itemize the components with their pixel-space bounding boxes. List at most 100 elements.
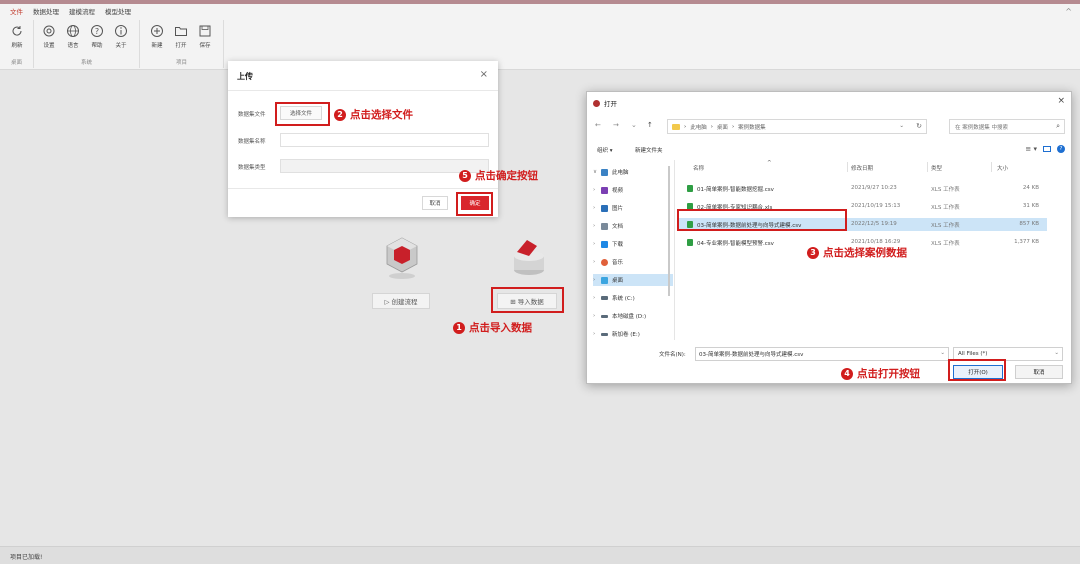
column-modified[interactable]: 修改日期 xyxy=(851,164,873,172)
nav-item-drive-d[interactable]: › 本地磁盘 (D:) xyxy=(593,310,673,322)
select-file-button[interactable]: 选择文件 xyxy=(280,106,322,120)
annotation-step-4: 4 点击打开按钮 xyxy=(841,366,920,381)
breadcrumb-pc[interactable]: 此电脑 xyxy=(690,123,707,131)
upload-cancel-button[interactable]: 取消 xyxy=(422,196,448,210)
download-icon xyxy=(601,240,608,248)
file-row[interactable]: 01-简单案例-智能数据挖掘.csv 2021/9/27 10:23 XLS 工… xyxy=(679,182,1047,195)
step-text: 点击选择文件 xyxy=(350,109,413,121)
new-project-button[interactable]: 新建 xyxy=(146,24,168,49)
file-type-select[interactable]: All Files (*) ⌄ xyxy=(953,347,1063,361)
import-data-button[interactable]: ⊞ 导入数据 xyxy=(497,293,557,309)
search-input[interactable]: 在 案例数据集 中搜索 ⌕ xyxy=(949,119,1065,134)
nav-item-label: 下载 xyxy=(612,242,624,248)
file-list-scrollbar[interactable] xyxy=(1051,160,1067,340)
refresh-icon[interactable]: ↻ xyxy=(916,122,922,130)
organize-menu[interactable]: 组织 ▾ xyxy=(597,146,613,154)
nav-item-this-pc[interactable]: ∨ 此电脑 xyxy=(593,166,673,178)
cancel-button[interactable]: 取消 xyxy=(1015,365,1063,379)
refresh-button[interactable]: 刷新 xyxy=(6,24,28,49)
language-button[interactable]: 语言 xyxy=(62,24,84,49)
save-label: 保存 xyxy=(199,43,211,49)
nav-item-music[interactable]: › 音乐 xyxy=(593,256,673,268)
step-number: 5 xyxy=(459,169,471,182)
view-controls: ≡ ▾ ? xyxy=(1025,145,1065,153)
preview-pane-icon[interactable] xyxy=(1043,146,1051,152)
dataset-name-input[interactable] xyxy=(280,133,489,147)
annotation-step-5: 5 点击确定按钮 xyxy=(459,168,538,183)
help-icon[interactable]: ? xyxy=(1057,145,1065,153)
breadcrumb-desktop[interactable]: 桌面 xyxy=(717,123,728,131)
ribbon-group-label: 桌面 xyxy=(10,60,22,66)
upload-confirm-button[interactable]: 确定 xyxy=(461,196,489,210)
settings-button[interactable]: 设置 xyxy=(38,24,60,49)
chevron-down-icon[interactable]: ⌄ xyxy=(940,350,945,356)
step-number: 1 xyxy=(453,321,465,334)
menu-file[interactable]: 文件 xyxy=(10,6,23,16)
refresh-label: 刷新 xyxy=(11,43,23,49)
file-row[interactable]: 02-简单案例-专家知识耦合.xls 2021/10/19 15:13 XLS … xyxy=(679,200,1047,213)
open-button[interactable]: 打开(O) xyxy=(953,365,1003,379)
filename-label: 文件名(N): xyxy=(659,352,686,358)
chevron-icon: › xyxy=(593,223,596,229)
file-size: 24 KB xyxy=(1022,185,1039,191)
nav-item-drive-c[interactable]: › 系统 (C:) xyxy=(593,292,673,304)
drive-icon xyxy=(601,314,608,318)
column-size[interactable]: 大小 xyxy=(997,164,1008,172)
column-divider[interactable] xyxy=(991,162,992,172)
create-flow-button[interactable]: ▷ 创建流程 xyxy=(372,293,430,309)
help-label: 帮助 xyxy=(91,43,103,49)
new-folder-button[interactable]: 新建文件夹 xyxy=(635,146,663,154)
nav-item-documents[interactable]: › 文档 xyxy=(593,220,673,232)
nav-item-drive-e[interactable]: › 新加卷 (E:) xyxy=(593,328,673,340)
file-row-selected[interactable]: 03-简单案例-数据前处理与向导式建模.csv 2022/12/5 19:19 … xyxy=(679,218,1047,231)
file-open-title: 打开 xyxy=(604,100,617,108)
help-button[interactable]: ? 帮助 xyxy=(86,24,108,49)
nav-item-label: 新加卷 (E:) xyxy=(612,332,640,338)
filename-input[interactable]: 03-简单案例-数据前处理与向导式建模.csv ⌄ xyxy=(695,347,949,361)
create-flow-cube-icon xyxy=(386,237,418,279)
nav-item-desktop[interactable]: › 桌面 xyxy=(593,274,673,286)
nav-item-videos[interactable]: › 视频 xyxy=(593,184,673,196)
address-bar[interactable]: › 此电脑 › 桌面 › 案例数据集 ⌄ ↻ xyxy=(667,119,927,134)
step-number: 3 xyxy=(807,246,819,259)
collapse-ribbon-icon[interactable]: ^ xyxy=(1065,7,1072,16)
chevron-icon: › xyxy=(593,187,596,193)
file-modified: 2021/9/27 10:23 xyxy=(851,185,897,191)
dataset-type-input[interactable] xyxy=(280,159,489,173)
about-button[interactable]: 关于 xyxy=(110,24,132,49)
open-label: 打开 xyxy=(175,43,187,49)
breadcrumb-case-datasets[interactable]: 案例数据集 xyxy=(738,123,766,131)
file-type: XLS 工作表 xyxy=(931,187,960,193)
command-bar: 组织 ▾ 新建文件夹 ≡ ▾ ? xyxy=(587,144,1073,158)
chevron-icon: ∨ xyxy=(593,169,598,175)
close-icon[interactable]: × xyxy=(480,69,488,80)
save-project-button[interactable]: 保存 xyxy=(194,24,216,49)
view-options-icon[interactable]: ≡ ▾ xyxy=(1025,145,1037,153)
nav-scrollbar[interactable] xyxy=(668,166,670,296)
chevron-down-icon[interactable]: ⌄ xyxy=(899,123,904,129)
annotation-step-1: 1 点击导入数据 xyxy=(453,320,532,335)
file-open-dialog: 打开 × ← → ⌄ ↑ › 此电脑 › 桌面 › 案例数据集 ⌄ ↻ 在 案例… xyxy=(586,91,1072,384)
column-divider[interactable] xyxy=(847,162,848,172)
recent-locations-icon[interactable]: ⌄ xyxy=(631,121,637,129)
step-text: 点击导入数据 xyxy=(469,322,532,334)
nav-item-pictures[interactable]: › 图片 xyxy=(593,202,673,214)
save-icon xyxy=(199,25,211,37)
document-icon xyxy=(601,222,608,230)
close-icon[interactable]: × xyxy=(1057,96,1065,106)
nav-item-downloads[interactable]: › 下载 xyxy=(593,238,673,250)
menu-data-processing[interactable]: 数据处理 xyxy=(33,6,59,16)
column-type[interactable]: 类型 xyxy=(931,164,942,172)
menu-modeling-flow[interactable]: 建模流程 xyxy=(69,6,95,16)
column-name[interactable]: 名称 xyxy=(693,164,704,172)
open-project-button[interactable]: 打开 xyxy=(170,24,192,49)
chevron-icon: › xyxy=(593,205,596,211)
upload-dialog-title: 上传 xyxy=(237,72,253,81)
forward-arrow-icon[interactable]: → xyxy=(613,121,619,129)
column-divider[interactable] xyxy=(927,162,928,172)
ribbon-group-system: 设置 语言 ? 帮助 关于 系统 xyxy=(34,20,140,68)
menu-model-processing[interactable]: 模型处理 xyxy=(105,6,131,16)
upload-dialog: 上传 × 数据集文件 选择文件 数据集名称 数据集类型 取消 确定 xyxy=(228,61,498,217)
up-arrow-icon[interactable]: ↑ xyxy=(647,121,653,129)
back-arrow-icon[interactable]: ← xyxy=(595,121,601,129)
